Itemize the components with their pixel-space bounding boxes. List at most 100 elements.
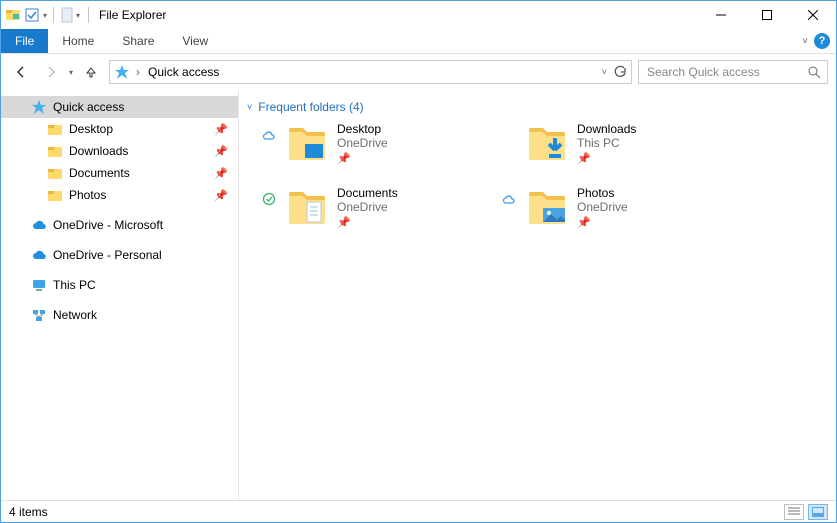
pin-icon: 📌 — [214, 167, 228, 180]
sidebar-item-quick-access[interactable]: Quick access — [1, 96, 238, 118]
tiles: DesktopOneDrive📌DownloadsThis PC📌Documen… — [247, 122, 828, 230]
tile-desktop[interactable]: DesktopOneDrive 📌 — [261, 122, 461, 166]
sidebar-item-documents[interactable]: Documents 📌 — [1, 162, 238, 184]
tab-share[interactable]: Share — [108, 29, 168, 53]
folder-icon — [285, 186, 329, 230]
tile-location: OneDrive — [337, 136, 388, 150]
back-button[interactable] — [9, 60, 33, 84]
content-pane[interactable]: ˅ Frequent folders (4) DesktopOneDrive📌D… — [239, 90, 836, 500]
sidebar-item-label: Quick access — [53, 100, 124, 114]
collapse-icon[interactable]: ˅ — [247, 102, 252, 112]
pin-icon: 📌 — [577, 216, 628, 229]
tile-location: OneDrive — [337, 200, 398, 214]
folder-icon — [525, 122, 569, 166]
sync-badge — [261, 186, 277, 206]
tile-meta: DocumentsOneDrive 📌 — [337, 186, 398, 229]
tile-location: This PC — [577, 136, 636, 150]
sidebar-item-label: This PC — [53, 278, 96, 292]
breadcrumb-root[interactable]: Quick access — [146, 65, 221, 79]
maximize-button[interactable] — [744, 1, 790, 29]
separator — [53, 7, 54, 23]
pin-icon: 📌 — [337, 152, 388, 165]
qat-checkbox-icon[interactable] — [25, 8, 39, 22]
titlebar: ▾ ▾ File Explorer — [1, 1, 836, 29]
sidebar-item-network[interactable]: Network — [1, 304, 238, 326]
help-icon[interactable]: ? — [814, 33, 830, 49]
tile-downloads[interactable]: DownloadsThis PC 📌 — [501, 122, 701, 166]
sync-badge — [501, 122, 517, 128]
window: ▾ ▾ File Explorer File Home Share View ˅… — [0, 0, 837, 523]
ribbon: File Home Share View ˅ ? — [1, 29, 836, 54]
folder-icon — [47, 187, 63, 203]
qat-dropdown-icon[interactable]: ▾ — [43, 11, 47, 20]
sidebar-item-downloads[interactable]: Downloads 📌 — [1, 140, 238, 162]
window-controls — [698, 1, 836, 29]
tile-meta: DesktopOneDrive 📌 — [337, 122, 388, 165]
sidebar-item-label: OneDrive - Personal — [53, 248, 162, 262]
tile-name: Desktop — [337, 122, 388, 136]
sidebar-item-desktop[interactable]: Desktop 📌 — [1, 118, 238, 140]
app-icon — [5, 7, 21, 23]
address-bar[interactable]: › Quick access ˅ — [109, 60, 632, 84]
sidebar-item-this-pc[interactable]: This PC — [1, 274, 238, 296]
address-bar-right: ˅ — [602, 65, 627, 79]
folder-icon — [525, 186, 569, 230]
tile-meta: DownloadsThis PC 📌 — [577, 122, 636, 165]
search-icon[interactable] — [807, 65, 821, 79]
star-icon — [31, 99, 47, 115]
pin-icon: 📌 — [337, 216, 398, 229]
sidebar-item-label: Desktop — [69, 122, 113, 136]
nav-row: ▾ › Quick access ˅ — [1, 54, 836, 90]
pin-icon: 📌 — [577, 152, 636, 165]
title-dropdown-icon[interactable]: ▾ — [76, 11, 80, 20]
sidebar-item-onedrive-personal[interactable]: OneDrive - Personal — [1, 244, 238, 266]
group-header-label: Frequent folders (4) — [258, 100, 363, 114]
status-bar: 4 items — [1, 500, 836, 522]
folder-icon — [47, 165, 63, 181]
forward-button[interactable] — [39, 60, 63, 84]
tab-view[interactable]: View — [168, 29, 222, 53]
tile-name: Photos — [577, 186, 628, 200]
doc-icon — [60, 7, 74, 23]
tile-location: OneDrive — [577, 200, 628, 214]
separator — [88, 7, 89, 23]
search-input[interactable] — [645, 64, 807, 80]
navigation-pane[interactable]: Quick access Desktop 📌 Downloads 📌 Documents 📌… — [1, 90, 239, 500]
chevron-right-icon[interactable]: › — [136, 65, 140, 79]
minimize-button[interactable] — [698, 1, 744, 29]
window-title: File Explorer — [99, 8, 166, 22]
body: Quick access Desktop 📌 Downloads 📌 Documents 📌… — [1, 90, 836, 500]
cloud-icon — [31, 217, 47, 233]
folder-icon — [47, 121, 63, 137]
up-button[interactable] — [79, 60, 103, 84]
address-dropdown-icon[interactable]: ˅ — [602, 67, 607, 77]
tile-documents[interactable]: DocumentsOneDrive 📌 — [261, 186, 461, 230]
folder-icon — [285, 122, 329, 166]
pc-icon — [31, 277, 47, 293]
search-box[interactable] — [638, 60, 828, 84]
sidebar-item-label: Downloads — [69, 144, 128, 158]
tile-name: Downloads — [577, 122, 636, 136]
sync-badge — [501, 186, 517, 206]
pin-icon: 📌 — [214, 123, 228, 136]
pin-icon: 📌 — [214, 145, 228, 158]
sidebar-item-photos[interactable]: Photos 📌 — [1, 184, 238, 206]
details-view-button[interactable] — [784, 504, 804, 520]
recent-locations-icon[interactable]: ▾ — [69, 68, 73, 77]
quick-access-toolbar: ▾ — [5, 7, 47, 23]
tab-home[interactable]: Home — [48, 29, 108, 53]
group-header[interactable]: ˅ Frequent folders (4) — [247, 100, 828, 114]
tiles-view-button[interactable] — [808, 504, 828, 520]
pin-icon: 📌 — [214, 189, 228, 202]
tile-photos[interactable]: PhotosOneDrive 📌 — [501, 186, 701, 230]
close-button[interactable] — [790, 1, 836, 29]
sidebar-item-onedrive-microsoft[interactable]: OneDrive - Microsoft — [1, 214, 238, 236]
sidebar-item-label: OneDrive - Microsoft — [53, 218, 163, 232]
refresh-icon[interactable] — [613, 65, 627, 79]
ribbon-expand-icon[interactable]: ˅ — [802, 36, 808, 47]
file-tab[interactable]: File — [1, 29, 48, 53]
tile-name: Documents — [337, 186, 398, 200]
sidebar-item-label: Photos — [69, 188, 106, 202]
star-icon — [114, 64, 130, 80]
sidebar-item-label: Documents — [69, 166, 130, 180]
